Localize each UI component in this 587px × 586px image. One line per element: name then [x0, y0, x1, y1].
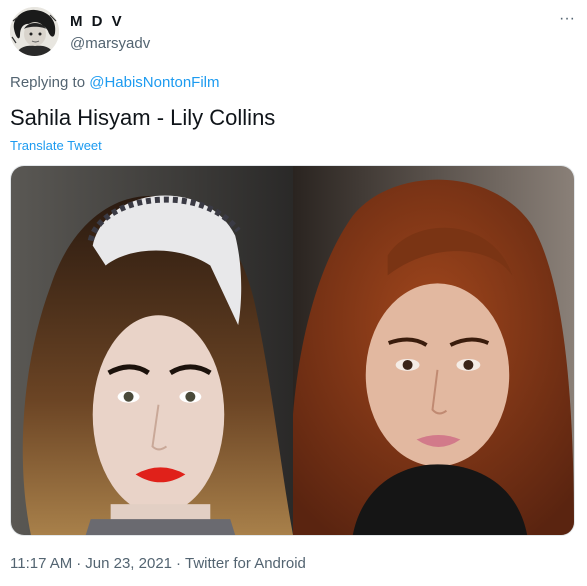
author-handle[interactable]: @marsyadv	[70, 35, 150, 52]
replying-to-label: Replying to	[10, 74, 86, 91]
tweet-metadata: 11:17 AM · Jun 23, 2021 · Twitter for Androi…	[10, 555, 306, 572]
meta-separator: ·	[176, 555, 182, 572]
translate-tweet-link[interactable]: Translate Tweet	[10, 138, 102, 153]
tweet-media	[10, 165, 575, 536]
portrait-photo-image	[11, 166, 293, 535]
media-photo-left[interactable]	[11, 166, 293, 535]
user-avatar-icon	[10, 7, 59, 56]
replying-to-line: Replying to @HabisNontonFilm	[10, 74, 220, 91]
portrait-photo-image	[293, 166, 574, 535]
more-horizontal-icon[interactable]: ···	[559, 10, 575, 28]
author-display-name[interactable]: M D V	[70, 13, 124, 30]
tweet-date[interactable]: Jun 23, 2021	[85, 555, 172, 572]
author-avatar[interactable]	[10, 7, 59, 56]
tweet-card: M D V @marsyadv ··· Replying to @HabisNo…	[0, 0, 587, 586]
reply-mention-link[interactable]: @HabisNontonFilm	[89, 74, 219, 91]
tweet-text: Sahila Hisyam - Lily Collins	[10, 105, 276, 130]
tweet-time[interactable]: 11:17 AM	[10, 555, 72, 572]
tweet-source[interactable]: Twitter for Android	[185, 555, 306, 572]
meta-separator: ·	[76, 555, 82, 572]
media-photo-right[interactable]	[293, 166, 574, 535]
